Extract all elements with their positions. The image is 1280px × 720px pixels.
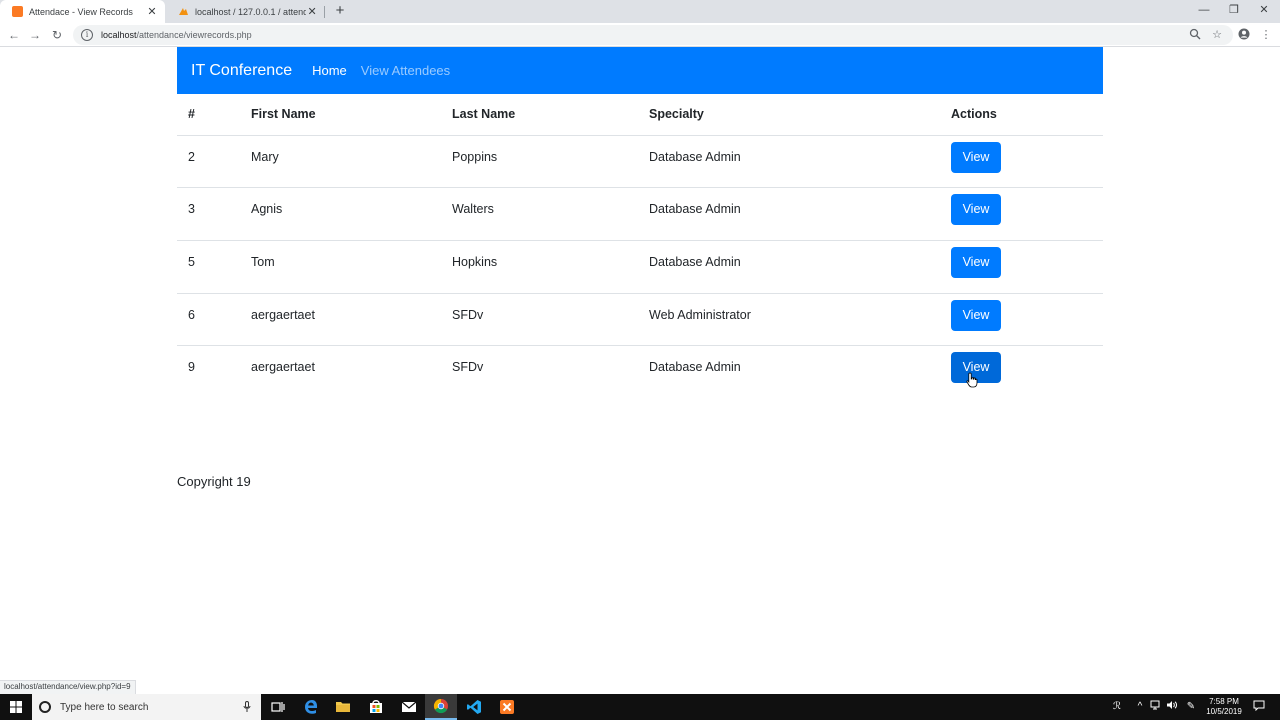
browser-menu-icon[interactable]: ⋮ [1259, 28, 1273, 42]
table-row: 3 Agnis Walters Database Admin View [177, 187, 1103, 241]
restore-button[interactable]: ❐ [1218, 0, 1250, 23]
cell-specialty: Database Admin [649, 360, 741, 375]
clock-date: 10/5/2019 [1206, 707, 1242, 716]
cell-id: 3 [177, 187, 240, 241]
forward-button[interactable]: → [25, 25, 45, 45]
zoom-icon[interactable] [1188, 28, 1202, 42]
cell-specialty: Database Admin [638, 240, 940, 294]
navbar-brand[interactable]: IT Conference [191, 62, 292, 80]
tab-phpmyadmin[interactable]: localhost / 127.0.0.1 / attendance ✕ [166, 0, 324, 23]
table-header-row: # First Name Last Name Specialty Actions [177, 94, 1103, 136]
reload-button[interactable]: ↻ [47, 25, 67, 45]
url-host: localhost [101, 30, 137, 40]
tab-title: localhost / 127.0.0.1 / attendance [195, 6, 307, 17]
table-row: 5 Tom Hopkins Database Admin View [177, 240, 1103, 294]
mail-icon[interactable] [393, 694, 425, 720]
cell-id: 5 [177, 240, 240, 294]
volume-icon[interactable] [1165, 700, 1179, 714]
attendees-table: # First Name Last Name Specialty Actions… [177, 94, 1103, 398]
chrome-icon[interactable] [425, 694, 457, 720]
view-button[interactable]: View [951, 194, 1001, 226]
page-viewport: IT Conference Home View Attendees # Firs… [0, 47, 1280, 694]
cell-id: 2 [177, 135, 240, 189]
view-button[interactable]: View [951, 141, 1001, 173]
site-navbar: IT Conference Home View Attendees [177, 47, 1103, 94]
table-row: 9 aergaertaet SFDv Database Admin View [177, 346, 1103, 399]
xampp-favicon-icon [12, 6, 23, 17]
taskbar-search[interactable]: Type here to search [32, 694, 261, 720]
task-view-icon[interactable] [262, 694, 294, 720]
footer-copyright: Copyright 19 [177, 474, 251, 489]
view-button[interactable]: View [951, 299, 1001, 331]
edge-browser-icon[interactable] [295, 694, 327, 720]
header-actions: Actions [940, 94, 1103, 136]
cell-specialty: Web Administrator [638, 293, 940, 347]
new-tab-button[interactable]: + [331, 2, 349, 20]
cell-first-name: Mary [240, 135, 441, 189]
close-window-button[interactable]: ✕ [1248, 0, 1280, 23]
windows-taskbar: Type here to search ℛ ^ ✎ 7:58 PM 10/5/2… [0, 694, 1280, 720]
tab-title: Attendace - View Records [29, 6, 133, 17]
xampp-icon[interactable] [491, 694, 523, 720]
microphone-icon[interactable] [243, 701, 251, 713]
clock-time: 7:58 PM [1209, 697, 1239, 706]
cell-specialty: Database Admin [638, 135, 940, 189]
cell-actions: View [940, 346, 1103, 399]
cell-specialty: Database Admin [638, 187, 940, 241]
cell-last-name: Poppins [441, 135, 638, 189]
notification-center-icon[interactable] [1252, 700, 1266, 714]
browser-toolbar: ← → ↻ i localhost/attendance/viewrecords… [0, 23, 1280, 47]
site-info-icon[interactable]: i [81, 29, 93, 41]
browser-tab-strip: Attendace - View Records ✕ localhost / 1… [0, 0, 1280, 23]
header-specialty: Specialty [638, 94, 940, 136]
store-icon[interactable] [360, 694, 392, 720]
cell-last-name: SFDv [441, 293, 638, 347]
cell-id: 6 [177, 293, 240, 347]
bookmark-star-icon[interactable]: ☆ [1210, 28, 1224, 42]
address-url[interactable]: localhost/attendance/viewrecords.php [101, 30, 252, 40]
header-last-name: Last Name [441, 94, 638, 136]
header-first-name: First Name [240, 94, 441, 136]
tab-separator [324, 6, 325, 18]
cell-last-name: Hopkins [441, 240, 638, 294]
people-icon[interactable]: ℛ [1110, 700, 1124, 714]
back-button[interactable]: ← [4, 25, 24, 45]
tray-chevron-up-icon[interactable]: ^ [1133, 700, 1147, 714]
nav-link-home[interactable]: Home [312, 63, 347, 78]
cell-actions: View [940, 135, 1103, 189]
close-tab-icon[interactable]: ✕ [306, 5, 318, 18]
file-explorer-icon[interactable] [327, 694, 359, 720]
minimize-button[interactable]: — [1188, 0, 1220, 23]
taskbar-search-placeholder: Type here to search [60, 701, 149, 713]
taskbar-clock[interactable]: 7:58 PM 10/5/2019 [1196, 697, 1252, 717]
table-row: 2 Mary Poppins Database Admin View [177, 135, 1103, 189]
address-bar[interactable]: i localhost/attendance/viewrecords.php [73, 25, 1233, 45]
network-icon[interactable] [1149, 700, 1163, 714]
cell-first-name: Agnis [240, 187, 441, 241]
cell-last-name: Walters [441, 187, 638, 241]
vscode-icon[interactable] [458, 694, 490, 720]
cell-actions: View [940, 240, 1103, 294]
hand-cursor-icon [966, 372, 978, 388]
close-tab-icon[interactable]: ✕ [145, 5, 159, 18]
cell-actions: View [940, 293, 1103, 347]
cell-id: 9 [188, 360, 195, 375]
nav-link-view-attendees[interactable]: View Attendees [361, 63, 450, 78]
cell-first-name: Tom [240, 240, 441, 294]
status-url-bar: localhost/attendance/view.php?id=9 [0, 680, 136, 694]
start-button[interactable] [0, 694, 32, 720]
view-button[interactable]: View [951, 246, 1001, 278]
profile-avatar-icon[interactable] [1237, 28, 1251, 42]
windows-logo-icon [10, 701, 22, 713]
cell-last-name: SFDv [452, 360, 484, 375]
cortana-icon [39, 701, 51, 713]
table-row: 6 aergaertaet SFDv Web Administrator Vie… [177, 293, 1103, 347]
cell-first-name: aergaertaet [251, 360, 315, 375]
cell-first-name: aergaertaet [240, 293, 441, 347]
header-number: # [177, 94, 240, 136]
cell-actions: View [940, 187, 1103, 241]
url-path: /attendance/viewrecords.php [136, 30, 252, 40]
tab-attendance-view-records[interactable]: Attendace - View Records ✕ [0, 0, 165, 23]
phpmyadmin-favicon-icon [178, 6, 189, 17]
